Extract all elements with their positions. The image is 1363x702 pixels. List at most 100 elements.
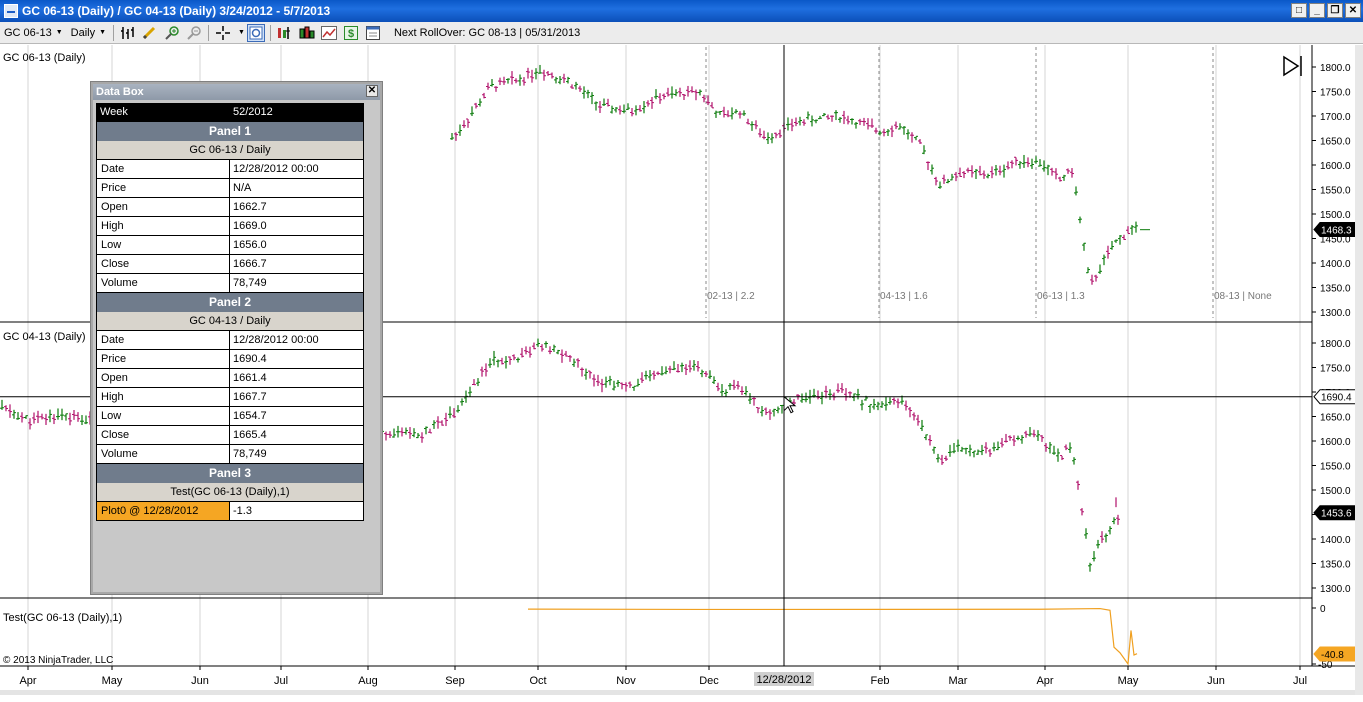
time-tick-label: Sep [445,675,465,687]
time-tick-label: Feb [871,675,890,687]
table-row: Low 1654.7 [96,407,364,426]
price-tick-label: 1800.0 [1320,339,1351,350]
table-row: Price N/A [96,179,364,198]
row-value: 1665.4 [233,429,267,441]
pencil-icon[interactable] [141,24,159,42]
interval-label: Daily [70,26,96,39]
price-tick-label: 1350.0 [1320,284,1351,295]
row-value: 1662.7 [233,201,267,213]
zoom-out-icon[interactable] [185,24,203,42]
data-box-titlebar[interactable]: Data Box ✕ [93,84,380,100]
time-tick-label: Mar [949,675,968,687]
indicators-icon[interactable] [276,24,294,42]
close-button[interactable]: ✕ [1345,3,1361,18]
interval-selector[interactable]: Daily ▼ [67,23,110,43]
time-tick-label: Apr [1036,675,1053,687]
svg-text:$: $ [348,28,354,40]
row-key: Price [97,179,230,197]
row-value: 12/28/2012 00:00 [233,334,319,346]
time-tick-label: Dec [699,675,719,687]
table-row: Date 12/28/2012 00:00 [96,331,364,350]
chart-app-icon [4,4,18,18]
row-key: Price [97,350,230,368]
price-tick-label: 1800.0 [1320,63,1351,74]
crosshair-icon[interactable] [214,24,232,42]
dollar-icon[interactable]: $ [342,24,360,42]
price-tick-label: 1550.0 [1320,186,1351,197]
panel1-series: GC 06-13 / Daily [96,141,364,160]
bar-style-icon[interactable] [119,24,137,42]
panel-label: GC 04-13 (Daily) [3,331,86,343]
time-tick-label: Aug [358,675,378,687]
time-tick-label: May [102,675,123,687]
price-tick-label: 1400.0 [1320,259,1351,270]
row-value: 1669.0 [233,220,267,232]
price-tick-label: 1750.0 [1320,88,1351,99]
row-key: High [97,388,230,406]
strategies-icon[interactable] [298,24,316,42]
crosshair-date-label: 12/28/2012 [756,674,811,686]
plot-value: -1.3 [233,505,252,517]
price-tick-label: 1600.0 [1320,161,1351,172]
price-tick-label: 1350.0 [1320,560,1351,571]
table-row: Date 12/28/2012 00:00 [96,160,364,179]
price-tick-label: 1550.0 [1320,462,1351,473]
properties-icon[interactable] [364,24,382,42]
table-row: Volume 78,749 [96,274,364,293]
rollover-label: 02-13 | 2.2 [707,291,755,302]
crosshair-price-marker: 1690.4 [1321,393,1352,404]
row-value: N/A [233,182,252,194]
data-box-close-button[interactable]: ✕ [366,85,378,97]
plot-key: Plot0 @ 12/28/2012 [97,502,230,520]
maximize-button[interactable]: ❐ [1327,3,1343,18]
row-value: 1654.7 [233,410,267,422]
row-value: 1690.4 [233,353,267,365]
time-tick-label: Jul [274,675,288,687]
chevron-down-icon: ▼ [55,29,63,36]
row-value: 78,749 [233,277,267,289]
panel2-header: Panel 2 [96,293,364,312]
price-tick-label: 1500.0 [1320,210,1351,221]
plot-row: Plot0 @ 12/28/2012 -1.3 [96,502,364,521]
price-tick-label: 1400.0 [1320,535,1351,546]
price-tick-label: 1700.0 [1320,112,1351,123]
restore-inner-button[interactable]: □ [1291,3,1307,18]
time-tick-label: May [1118,675,1139,687]
chevron-down-icon[interactable]: ▼ [238,29,245,36]
price-tick-label: 1500.0 [1320,486,1351,497]
data-box-window[interactable]: Data Box ✕ Week 52/2012 Panel 1 GC 06-13… [90,81,383,595]
line-chart-icon[interactable] [320,24,338,42]
row-key: Close [97,255,230,273]
last-price-marker: 1453.6 [1321,509,1352,520]
table-row: Open 1662.7 [96,198,364,217]
rollover-label: 08-13 | None [1214,291,1272,302]
price-tick-label: 1750.0 [1320,364,1351,375]
panel1-header: Panel 1 [96,122,364,141]
row-key: Open [97,198,230,216]
row-key: Volume [97,445,230,463]
row-key: High [97,217,230,235]
indicator-value-marker: -40.8 [1321,650,1344,661]
time-tick-label: Jul [1293,675,1307,687]
data-box-icon[interactable] [246,23,265,42]
row-key: Volume [97,274,230,292]
week-row: Week 52/2012 [96,103,364,122]
table-row: Open 1661.4 [96,369,364,388]
time-tick-label: Jun [191,675,209,687]
chevron-down-icon: ▼ [99,29,107,36]
panel3-header: Panel 3 [96,464,364,483]
rollover-label: 04-13 | 1.6 [880,291,928,302]
zoom-in-icon[interactable] [163,24,181,42]
table-row: Close 1666.7 [96,255,364,274]
minimize-button[interactable]: _ [1309,3,1325,18]
time-tick-label: Nov [616,675,636,687]
row-key: Open [97,369,230,387]
row-key: Low [97,407,230,425]
week-value: 52/2012 [233,106,273,118]
instrument-selector[interactable]: GC 06-13 ▼ [0,23,67,43]
week-key: Week [100,106,128,118]
row-value: 1667.7 [233,391,267,403]
copyright: © 2013 NinjaTrader, LLC [3,655,113,666]
row-key: Low [97,236,230,254]
price-tick-label: 1300.0 [1320,584,1351,595]
